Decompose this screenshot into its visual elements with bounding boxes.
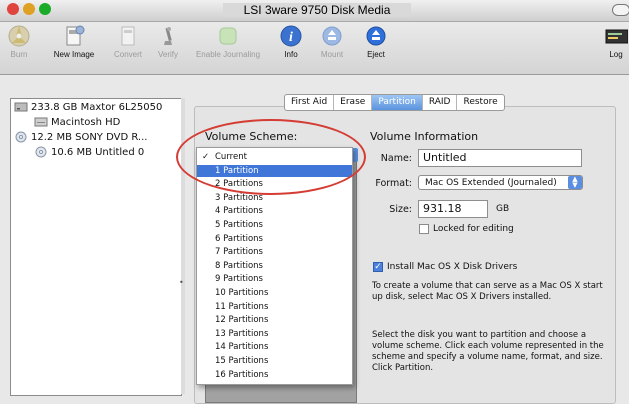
scheme-option[interactable]: 13 Partitions — [197, 328, 352, 340]
scheme-option-label: 14 Partitions — [215, 342, 269, 353]
scheme-option-label: 5 Partitions — [215, 220, 263, 230]
window-title: LSI 3ware 9750 Disk Media — [243, 3, 391, 17]
burn-icon — [8, 25, 30, 47]
annotation-ellipse — [176, 119, 366, 195]
convert-icon — [121, 26, 135, 46]
minimize-button[interactable] — [23, 3, 35, 15]
disk-item-untitled[interactable]: 10.6 MB Untitled 0 — [34, 146, 144, 158]
scheme-option[interactable]: 14 Partitions — [197, 341, 352, 353]
mount-label: Mount — [320, 50, 344, 59]
title-bar: LSI 3ware 9750 Disk Media — [0, 0, 629, 22]
scheme-option[interactable]: 10 Partitions — [197, 287, 352, 299]
scheme-option[interactable]: 6 Partitions — [197, 233, 352, 245]
mount-button[interactable]: Mount — [317, 24, 347, 59]
partition-help-text: Select the disk you want to partition an… — [372, 330, 604, 373]
toolbar: Burn New Image Convert Verify Enable Jou… — [0, 22, 629, 75]
volume-name-field[interactable]: Untitled — [418, 149, 582, 167]
scheme-option[interactable]: 5 Partitions — [197, 219, 352, 231]
info-label: Info — [284, 50, 298, 59]
log-button[interactable]: Log — [604, 24, 628, 59]
scheme-option[interactable]: 8 Partitions — [197, 260, 352, 272]
scheme-option[interactable]: 9 Partitions — [197, 273, 352, 285]
scheme-option-label: 8 Partitions — [215, 260, 263, 271]
volume-information-heading: Volume Information — [370, 130, 479, 143]
install-drivers-help: To create a volume that can serve as a M… — [372, 281, 603, 302]
mount-icon — [322, 26, 342, 46]
tab-erase[interactable]: Erase — [333, 95, 371, 110]
disk-item-label: 10.6 MB Untitled 0 — [51, 147, 145, 158]
optical-drive-icon — [15, 131, 27, 143]
tab-first-aid[interactable]: First Aid — [285, 95, 333, 110]
scheme-option-label: 10 Partitions — [215, 288, 269, 298]
scheme-option-label: 6 Partitions — [215, 233, 263, 244]
scheme-option[interactable]: 15 Partitions — [197, 355, 352, 367]
locked-checkbox[interactable] — [419, 224, 429, 234]
tab-restore[interactable]: Restore — [456, 95, 503, 110]
format-popup[interactable]: Mac OS Extended (Journaled) — [418, 175, 583, 190]
locked-label: Locked for editing — [433, 224, 514, 234]
new-image-button[interactable]: New Image — [44, 24, 104, 59]
verify-label: Verify — [157, 50, 178, 59]
log-label: Log — [609, 50, 623, 59]
scheme-option[interactable]: 16 Partitions — [197, 369, 352, 381]
splitter-handle-icon[interactable]: • — [179, 278, 184, 287]
scheme-option-label: 12 Partitions — [215, 315, 269, 326]
scheme-option-label: 15 Partitions — [215, 356, 269, 366]
install-drivers-checkbox[interactable]: ✓ — [373, 262, 383, 272]
disk-item-label: Macintosh HD — [51, 117, 121, 128]
new-image-label: New Image — [53, 50, 95, 59]
log-icon — [605, 29, 628, 44]
disk-item-label: 233.8 GB Maxtor 6L25050 — [31, 102, 163, 113]
hard-disk-icon — [14, 102, 28, 112]
size-label: Size: — [389, 204, 412, 215]
enable-journaling-label: Enable Journaling — [195, 50, 261, 59]
volume-icon — [34, 117, 48, 127]
disk-item-sony-dvd[interactable]: 12.2 MB SONY DVD R... — [14, 131, 147, 143]
disc-icon — [35, 146, 47, 158]
scheme-option[interactable]: 12 Partitions — [197, 314, 352, 326]
convert-label: Convert — [113, 50, 142, 59]
new-image-icon — [66, 25, 85, 46]
toolbar-toggle-button[interactable] — [612, 4, 629, 16]
convert-button[interactable]: Convert — [108, 24, 148, 59]
scheme-option-label: 13 Partitions — [215, 328, 269, 339]
scheme-option-label: 9 Partitions — [215, 274, 263, 285]
disk-item-maxtor[interactable]: 233.8 GB Maxtor 6L25050 — [14, 101, 162, 113]
format-label: Format: — [375, 178, 412, 189]
name-label: Name: — [380, 153, 412, 164]
scheme-option-label: 16 Partitions — [215, 369, 269, 380]
eject-label: Eject — [367, 50, 385, 59]
disk-item-macintosh-hd[interactable]: Macintosh HD — [34, 116, 120, 128]
scheme-option[interactable]: 11 Partitions — [197, 301, 352, 313]
verify-button[interactable]: Verify — [153, 24, 183, 59]
tab-raid[interactable]: RAID — [421, 95, 457, 110]
info-button[interactable]: i Info — [279, 24, 303, 59]
burn-label: Burn — [10, 50, 28, 59]
close-button[interactable] — [7, 3, 19, 15]
scheme-option-label: 11 Partitions — [215, 301, 269, 312]
install-drivers-label: Install Mac OS X Disk Drivers — [387, 262, 518, 272]
verify-icon — [164, 27, 172, 45]
svg-text:i: i — [289, 30, 293, 45]
format-popup-arrows-icon[interactable]: ▲ ▼ — [568, 176, 582, 189]
size-unit: GB — [496, 204, 510, 214]
eject-button[interactable]: Eject — [361, 24, 391, 59]
disk-item-label: 12.2 MB SONY DVD R... — [31, 132, 148, 143]
enable-journaling-button[interactable]: Enable Journaling — [188, 24, 268, 59]
info-icon: i — [280, 25, 302, 47]
scheme-option[interactable]: 7 Partitions — [197, 246, 352, 258]
scheme-option[interactable]: 4 Partitions — [197, 205, 352, 217]
tab-partition[interactable]: Partition — [371, 95, 422, 110]
tab-bar: First Aid Erase Partition RAID Restore — [284, 94, 505, 111]
burn-button[interactable]: Burn — [4, 24, 34, 59]
zoom-button[interactable] — [39, 3, 51, 15]
scheme-option-label: 7 Partitions — [215, 247, 263, 258]
enable-journaling-icon — [219, 27, 237, 45]
size-field[interactable]: 931.18 — [418, 200, 488, 218]
eject-icon — [366, 26, 386, 46]
disk-utility-window: LSI 3ware 9750 Disk Media Burn New Image… — [0, 0, 629, 404]
scheme-option-label: 4 Partitions — [215, 206, 263, 217]
